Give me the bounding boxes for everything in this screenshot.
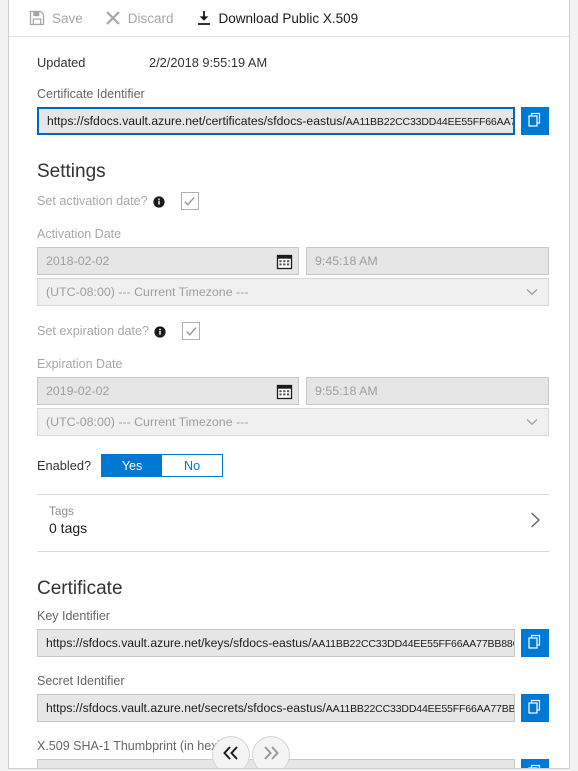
expiration-time-input[interactable]: 9:55:18 AM [306, 377, 549, 405]
discard-icon [105, 10, 121, 26]
set-activation-date-checkbox[interactable] [180, 192, 199, 210]
tags-card[interactable]: Tags 0 tags [37, 495, 549, 545]
copy-certificate-identifier-button[interactable] [521, 107, 549, 135]
updated-row: Updated 2/2/2018 9:55:19 AM [37, 55, 549, 70]
enabled-label: Enabled? [37, 458, 92, 473]
certificate-identifier-label: Certificate Identifier [37, 87, 145, 101]
key-identifier-label: Key Identifier [37, 609, 110, 623]
certificate-blade: Save Discard Download Public X.509 Updat… [8, 0, 570, 769]
chevron-down-icon [526, 415, 538, 429]
blade-content: Updated 2/2/2018 9:55:19 AM Certificate … [9, 55, 569, 769]
activation-date-label: Activation Date [37, 227, 122, 241]
certificate-identifier-input[interactable]: https://sfdocs.vault.azure.net/certifica… [37, 107, 515, 135]
thumbprint-label: X.509 SHA-1 Thumbprint (in hex) [37, 739, 222, 753]
certificate-identifier-url: https://sfdocs.vault.azure.net/certifica… [47, 114, 346, 128]
expiration-date-value: 2019-02-02 [46, 384, 110, 398]
secret-identifier-label: Secret Identifier [37, 674, 125, 688]
chevron-double-right-icon [261, 745, 281, 766]
tags-divider-bottom [37, 551, 549, 552]
enabled-yes-option[interactable]: Yes [102, 455, 163, 476]
secret-identifier-input[interactable]: https://sfdocs.vault.azure.net/secrets/s… [37, 694, 515, 722]
chevron-double-left-icon [221, 745, 241, 766]
save-label: Save [52, 10, 83, 26]
activation-date-row: 2018-02-02 9:45:18 AM [37, 247, 549, 275]
set-expiration-date-label: Set expiration date? [37, 324, 150, 338]
calendar-icon[interactable] [273, 380, 295, 402]
download-icon [196, 10, 212, 26]
set-expiration-date-row: Set expiration date? [37, 322, 549, 340]
expiration-date-label: Expiration Date [37, 357, 123, 371]
key-identifier-row: https://sfdocs.vault.azure.net/keys/sfdo… [37, 629, 549, 657]
key-identifier-url: https://sfdocs.vault.azure.net/keys/sfdo… [46, 636, 312, 650]
enabled-toggle: Yes No [101, 454, 224, 477]
thumbprint-row: AA11BB22CC33DD44EE55FF66AA77BB88CC99DD11… [37, 759, 549, 769]
enabled-row: Enabled? Yes No [37, 454, 549, 477]
key-identifier-input[interactable]: https://sfdocs.vault.azure.net/keys/sfdo… [37, 629, 515, 657]
updated-label: Updated [37, 55, 86, 70]
set-expiration-date-checkbox[interactable] [182, 322, 201, 340]
secret-identifier-row: https://sfdocs.vault.azure.net/secrets/s… [37, 694, 549, 722]
certificate-heading: Certificate [37, 578, 123, 599]
activation-time-value: 9:45:18 AM [315, 254, 378, 268]
download-public-x509-label: Download Public X.509 [218, 10, 359, 26]
activation-timezone-value: (UTC-08:00) --- Current Timezone --- [46, 285, 249, 299]
copy-icon [527, 634, 543, 653]
nav-previous-button[interactable] [212, 736, 250, 768]
command-toolbar: Save Discard Download Public X.509 [9, 0, 569, 37]
activation-date-value: 2018-02-02 [46, 254, 110, 268]
copy-icon [527, 699, 543, 718]
copy-thumbprint-button[interactable] [521, 759, 549, 768]
copy-secret-identifier-button[interactable] [521, 694, 549, 722]
copy-key-identifier-button[interactable] [521, 629, 549, 657]
expiration-date-row: 2019-02-02 9:55:18 AM [37, 377, 549, 405]
copy-icon [527, 112, 543, 131]
discard-label: Discard [127, 10, 174, 26]
discard-button[interactable]: Discard [105, 0, 174, 36]
secret-identifier-thumb: AA11BB22CC33DD44EE55FF66AA77BB88C [325, 703, 515, 715]
settings-heading: Settings [37, 161, 106, 182]
info-icon[interactable] [153, 195, 165, 208]
info-icon[interactable] [154, 325, 166, 338]
tags-value: 0 tags [49, 520, 88, 536]
save-button[interactable]: Save [29, 0, 83, 36]
expiration-date-input[interactable]: 2019-02-02 [37, 377, 299, 405]
set-activation-date-label: Set activation date? [37, 194, 148, 208]
enabled-no-option[interactable]: No [162, 455, 223, 476]
chevron-right-icon [525, 510, 545, 530]
nav-next-button[interactable] [252, 736, 290, 768]
secret-identifier-url: https://sfdocs.vault.azure.net/secrets/s… [46, 701, 326, 715]
activation-timezone-select[interactable]: (UTC-08:00) --- Current Timezone --- [37, 278, 549, 306]
certificate-identifier-row: https://sfdocs.vault.azure.net/certifica… [37, 107, 549, 135]
expiration-timezone-value: (UTC-08:00) --- Current Timezone --- [46, 415, 249, 429]
set-activation-date-row: Set activation date? [37, 192, 549, 210]
updated-value: 2/2/2018 9:55:19 AM [149, 55, 268, 70]
download-public-x509-button[interactable]: Download Public X.509 [196, 0, 359, 36]
activation-date-input[interactable]: 2018-02-02 [37, 247, 299, 275]
expiration-time-value: 9:55:18 AM [315, 384, 378, 398]
certificate-identifier-thumb: AA11BB22CC33DD44EE55FF66AA77BB88C [345, 116, 513, 128]
blade-nav-buttons [212, 736, 290, 768]
save-icon [29, 10, 45, 26]
calendar-icon[interactable] [273, 250, 295, 272]
expiration-timezone-select[interactable]: (UTC-08:00) --- Current Timezone --- [37, 408, 549, 436]
activation-time-input[interactable]: 9:45:18 AM [306, 247, 549, 275]
tags-label: Tags [49, 504, 74, 518]
chevron-down-icon [526, 285, 538, 299]
copy-icon [527, 764, 543, 768]
key-identifier-thumb: AA11BB22CC33DD44EE55FF66AA77BB88C [311, 638, 515, 650]
thumbprint-value: AA11BB22CC33DD44EE55FF66AA77BB88CC99DD11… [46, 768, 324, 769]
